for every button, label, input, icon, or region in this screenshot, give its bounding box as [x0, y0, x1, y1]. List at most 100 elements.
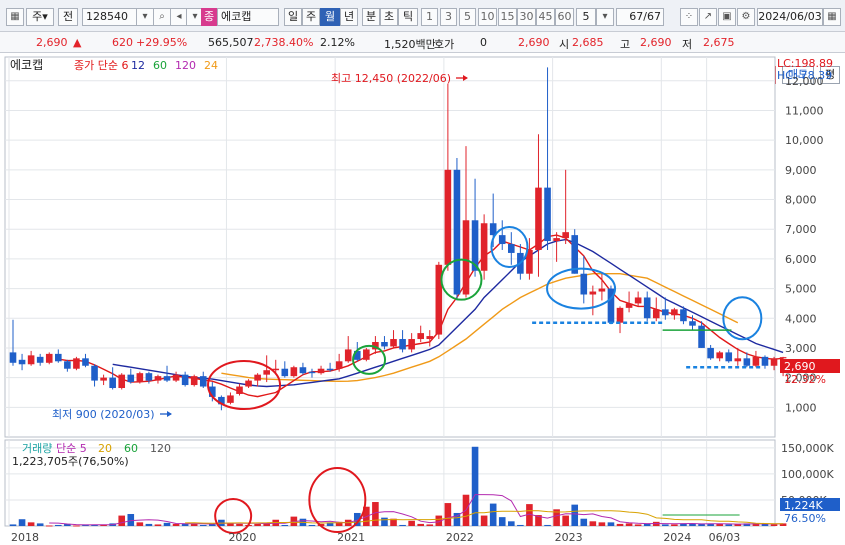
page-total: /67: [643, 10, 661, 23]
toolbar: ▦ 주▾ 전 128540 ▾ ⌕ ◂ ▾ 종 에코캡 일 주 월 년 분 초 …: [0, 0, 845, 32]
volume-bar: [580, 518, 588, 526]
candle-body: [544, 187, 551, 242]
all-button[interactable]: 전: [58, 8, 78, 26]
count-input[interactable]: 5: [576, 8, 596, 26]
minute-1[interactable]: 1: [421, 8, 438, 26]
volume-bar: [616, 523, 624, 526]
volume-bar: [381, 517, 388, 526]
candle-body: [562, 232, 569, 239]
price-legend-item: 120: [175, 59, 196, 72]
candle-body: [770, 358, 778, 366]
stock-name: 에코캡: [217, 8, 279, 26]
volume-bar: [236, 523, 243, 526]
volume-bar: [399, 524, 406, 526]
interval-second[interactable]: 초: [380, 8, 398, 26]
date-field[interactable]: 2024/06/03: [757, 8, 823, 26]
x-tick-label: 2024: [663, 531, 691, 544]
volume-bar: [172, 523, 180, 526]
calendar-icon[interactable]: ▦: [823, 8, 841, 26]
low-price: 2,675: [703, 36, 735, 49]
volume-bar: [444, 503, 452, 526]
volume-bar: [625, 523, 633, 526]
candle-body: [743, 358, 751, 366]
candle-body: [236, 386, 243, 394]
y-tick-label: 1,000: [785, 401, 817, 414]
volume-bar: [426, 524, 434, 526]
y-tick-label: 5,000: [785, 283, 817, 296]
volume-bar: [517, 524, 524, 526]
volume-legend-item: 거래량: [22, 442, 52, 455]
count-dropdown-icon[interactable]: ▾: [596, 8, 614, 26]
candle-body: [91, 365, 98, 381]
code-input[interactable]: 128540: [82, 8, 138, 26]
candle-body: [163, 376, 171, 381]
grid-icon[interactable]: ⁘: [680, 8, 698, 26]
candle-body: [426, 336, 434, 340]
volume-bar: [725, 524, 733, 526]
volume-bar: [18, 519, 26, 526]
candle-body: [716, 352, 723, 359]
volume-info: 1,223,705주(76,50%): [12, 455, 129, 468]
x-tick-label: 06/03: [709, 531, 741, 544]
volume-bar: [118, 515, 126, 526]
y-tick-label: 11,000: [785, 104, 824, 117]
volume-panel: [4, 439, 776, 527]
candle-body: [408, 339, 415, 350]
minute-5[interactable]: 5: [459, 8, 476, 26]
save-icon[interactable]: ▣: [718, 8, 736, 26]
candle-body: [580, 273, 588, 295]
candle-body: [671, 309, 678, 316]
minute-30[interactable]: 30: [517, 8, 536, 26]
interval-minute[interactable]: 분: [362, 8, 380, 26]
volume-bar: [671, 524, 678, 526]
minute-15[interactable]: 15: [498, 8, 517, 26]
volume-bar: [190, 523, 198, 526]
vol-tick-label: 150,000K: [781, 442, 834, 455]
minute-10[interactable]: 10: [478, 8, 497, 26]
candle-body: [652, 309, 660, 319]
candle-body: [779, 357, 787, 359]
candle-body: [689, 321, 696, 326]
up-arrow-icon: ▲: [73, 36, 82, 49]
volume-bar: [662, 524, 669, 526]
candle-body: [154, 376, 162, 381]
market-select[interactable]: 주▾: [26, 8, 54, 26]
minute-60[interactable]: 60: [555, 8, 574, 26]
settings-icon[interactable]: ⚙: [737, 8, 755, 26]
period-month[interactable]: 월: [320, 8, 340, 26]
volume: 565,507: [208, 36, 254, 49]
pct-tag: 12.32%: [784, 373, 826, 386]
x-tick-label: 2021: [337, 531, 365, 544]
menu-icon[interactable]: ▦: [6, 8, 24, 26]
candle-body: [752, 356, 760, 366]
candle-body: [64, 361, 71, 369]
x-tick-label: 2022: [446, 531, 474, 544]
volume-bar: [308, 524, 316, 526]
period-year[interactable]: 년: [340, 8, 358, 26]
candle-body: [535, 187, 542, 250]
price-legend-item: 24: [204, 59, 218, 72]
market-label: 주: [32, 10, 43, 23]
minute-45[interactable]: 45: [536, 8, 555, 26]
candle-body: [127, 374, 135, 383]
candle-body: [480, 223, 488, 271]
volume-bar: [489, 503, 497, 526]
period-day[interactable]: 일: [284, 8, 302, 26]
volume-bar: [770, 524, 778, 526]
minute-3[interactable]: 3: [440, 8, 457, 26]
candle-body: [625, 303, 633, 308]
candle-body: [399, 339, 406, 350]
volume-legend-item: 20: [98, 442, 112, 455]
code-dropdown-icon[interactable]: ▾: [136, 8, 154, 26]
candle-body: [390, 339, 397, 347]
period-week[interactable]: 주: [302, 8, 320, 26]
turnover: 2.12%: [320, 36, 355, 49]
interval-tick[interactable]: 틱: [398, 8, 418, 26]
volume-bar: [254, 523, 261, 526]
volume-bar: [36, 523, 44, 526]
trend-icon[interactable]: ↗: [699, 8, 717, 26]
volume-bar: [643, 523, 651, 526]
volume-bar: [562, 515, 569, 526]
search-icon[interactable]: ⌕: [153, 8, 171, 26]
candle-body: [662, 309, 669, 316]
